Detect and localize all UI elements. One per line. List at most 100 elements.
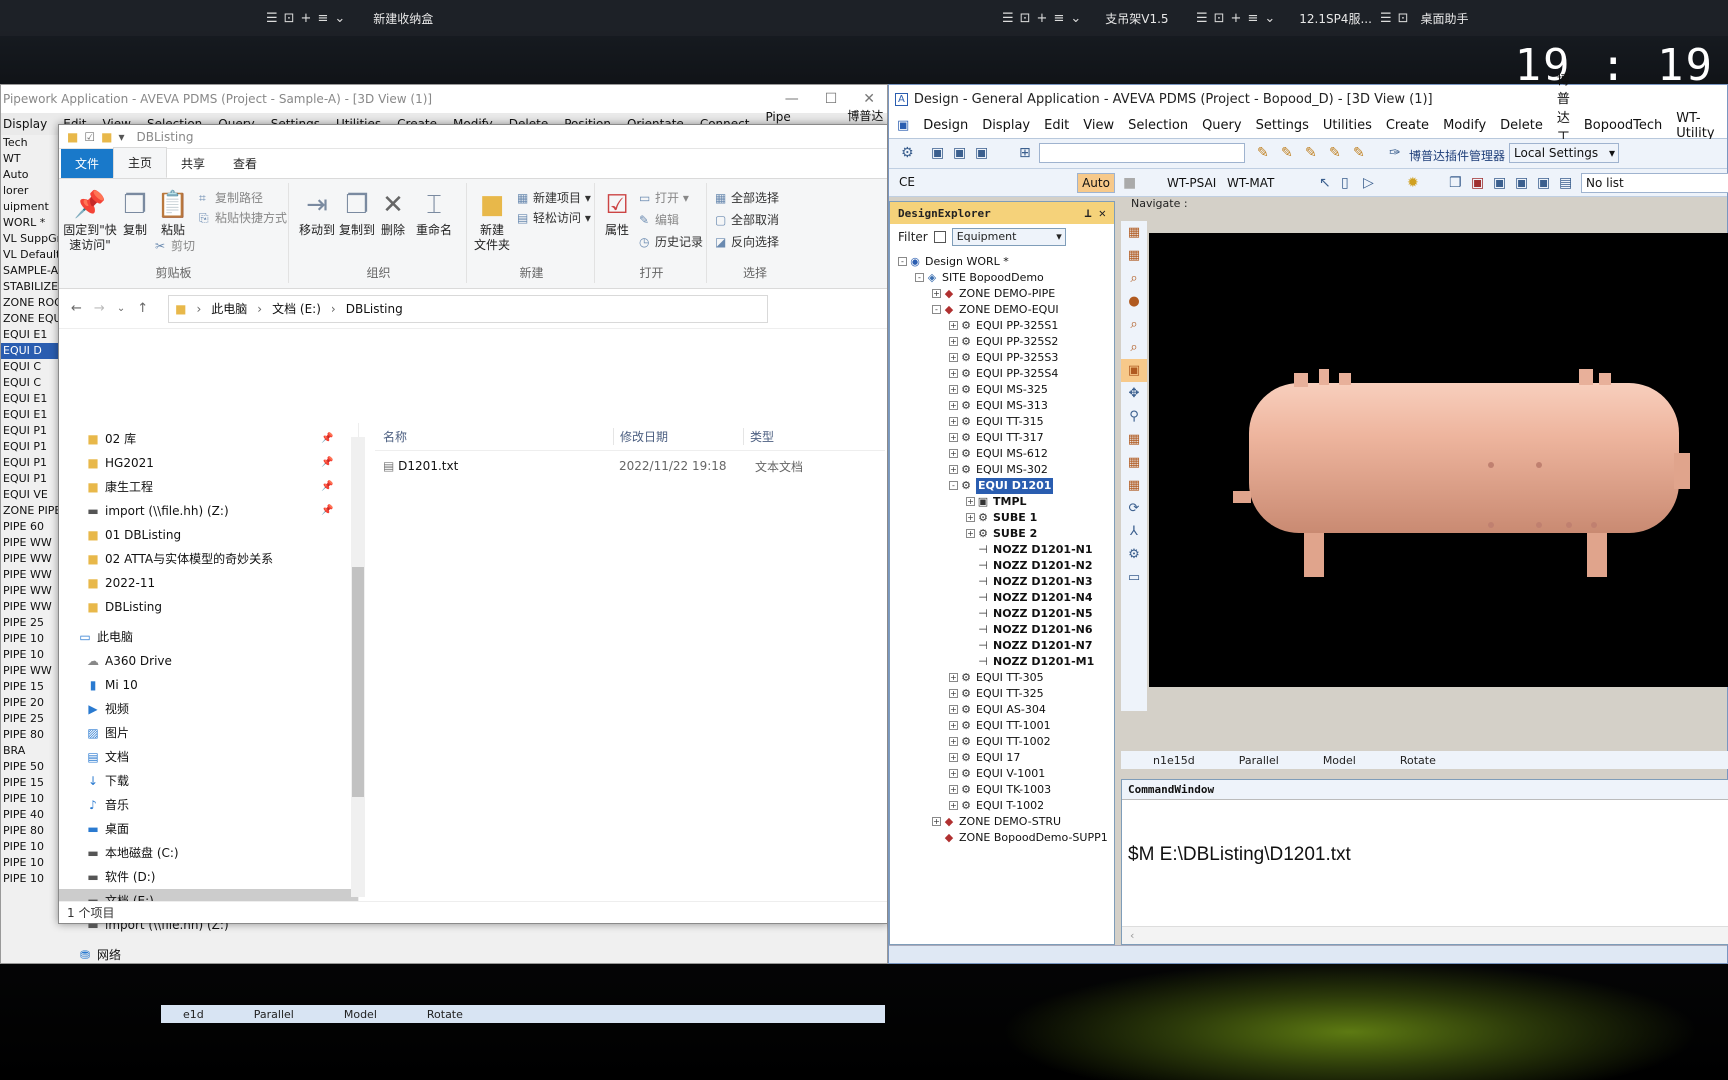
nav-item[interactable]: ■ 2022-11 [59, 571, 358, 595]
nav-item[interactable]: ■ 02 ATTA与实体模型的奇妙关系 [59, 547, 358, 571]
column-type-header[interactable]: 类型 [743, 428, 823, 445]
tree-node[interactable]: + ⚙ EQUI AS-304 [890, 702, 1116, 718]
delete-button[interactable]: ✕ 删除 [373, 187, 413, 238]
tree-node[interactable]: ⊣ NOZZ D1201-N4 [890, 590, 1116, 606]
menu-item[interactable]: Modify [1443, 118, 1486, 133]
tree-node[interactable]: + ⚙ EQUI 17 [890, 750, 1116, 766]
view-icon[interactable]: ▣ [975, 145, 988, 161]
tree-node[interactable]: + ⚙ EQUI MS-313 [890, 398, 1116, 414]
new-item-button[interactable]: ▦ 新建项目 ▾ [517, 189, 591, 206]
tool-icon[interactable]: ▦ [1121, 244, 1147, 267]
view-icon[interactable]: ▣ [1537, 175, 1550, 191]
invert-selection-button[interactable]: ◪ 反向选择 [715, 233, 779, 250]
taskbar-group-1[interactable]: ☰⊡+≡⌄ 新建收纳盒 [266, 0, 433, 36]
local-settings-select[interactable]: Local Settings ▾ [1509, 143, 1619, 163]
expand-icon[interactable]: + [966, 529, 975, 538]
tab-file[interactable]: 文件 [61, 149, 114, 178]
menu-item[interactable]: Display [3, 117, 47, 131]
tree-node[interactable]: + ⚙ EQUI TT-1001 [890, 718, 1116, 734]
copy-path-button[interactable]: ⌗ 复制路径 [199, 189, 263, 206]
tool-icon[interactable]: ✎ [1305, 145, 1317, 161]
nav-item[interactable]: ■ DBListing [59, 595, 358, 619]
tree-node[interactable]: + ⚙ EQUI PP-325S4 [890, 366, 1116, 382]
expand-icon[interactable]: + [949, 465, 958, 474]
nav-item[interactable]: ↓ 下载 [59, 769, 358, 793]
tree-node[interactable]: ◆ ZONE BopoodDemo-SUPP1 [890, 830, 1116, 846]
properties-icon[interactable]: ☑ [84, 130, 95, 144]
tree-node[interactable]: - ◉ Design WORL * [890, 254, 1116, 270]
plugin-manager-icon[interactable]: ✑ [1389, 145, 1401, 161]
tree-node[interactable]: - ◈ SITE BopoodDemo [890, 270, 1116, 286]
easy-access-button[interactable]: ▤ 轻松访问 ▾ [517, 209, 591, 226]
tree-node[interactable]: ⊣ NOZZ D1201-N7 [890, 638, 1116, 654]
tree-node[interactable]: ⊣ NOZZ D1201-N3 [890, 574, 1116, 590]
tree-node[interactable]: ⊣ NOZZ D1201-N6 [890, 622, 1116, 638]
view-icon[interactable]: ▣ [1515, 175, 1528, 191]
paste-shortcut-button[interactable]: ⎘ 粘贴快捷方式 [199, 209, 287, 226]
open-button[interactable]: ▭ 打开 ▾ [639, 189, 689, 206]
menu-item[interactable]: WT-Utility [1676, 111, 1714, 141]
up-arrow-icon[interactable]: ↑ [137, 301, 148, 316]
select-none-button[interactable]: ▢ 全部取消 [715, 211, 779, 228]
tree-node[interactable]: ⊣ NOZZ D1201-M1 [890, 654, 1116, 670]
collapse-icon[interactable]: - [915, 273, 924, 282]
view-icon[interactable]: ▣ [1493, 175, 1506, 191]
tree-node[interactable]: + ⚙ SUBE 1 [890, 510, 1116, 526]
nav-item[interactable]: ▬ 本地磁盘 (C:) [59, 841, 358, 865]
tool-icon[interactable]: ▦ [1121, 428, 1147, 451]
axes-icon[interactable]: ⅄ [1121, 520, 1147, 543]
tree-node[interactable]: ⊣ NOZZ D1201-N5 [890, 606, 1116, 622]
view-icon[interactable]: ▣ [931, 145, 944, 161]
color-swatch-icon[interactable]: ■ [1123, 175, 1136, 191]
edit-button[interactable]: ✎ 编辑 [639, 211, 679, 228]
nav-item[interactable]: ☁ A360 Drive [59, 649, 358, 673]
view-icon[interactable]: ▣ [953, 145, 966, 161]
rename-button[interactable]: ⌶ 重命名 [409, 187, 459, 238]
tree-node[interactable]: + ⚙ EQUI MS-325 [890, 382, 1116, 398]
select-all-button[interactable]: ▦ 全部选择 [715, 189, 779, 206]
nav-item[interactable]: ⛃ 网络 [59, 943, 358, 967]
tool-icon[interactable]: ✎ [1281, 145, 1293, 161]
menu-item[interactable]: Design [923, 118, 968, 133]
pipework-titlebar[interactable]: Pipework Application - AVEVA PDMS (Proje… [1, 85, 887, 113]
menu-item[interactable]: Delete [1500, 118, 1543, 133]
expand-icon[interactable]: + [949, 433, 958, 442]
nav-item[interactable]: ▤ 文档 [59, 745, 358, 769]
breadcrumb-item[interactable]: 此电脑 [211, 300, 247, 317]
address-path[interactable]: ■ › 此电脑 › 文档 (E:) › DBListing [168, 294, 769, 323]
minimize-icon[interactable]: — [785, 91, 799, 107]
tree-node[interactable]: + ⚙ EQUI TT-317 [890, 430, 1116, 446]
tree-node[interactable]: + ⚙ EQUI PP-325S2 [890, 334, 1116, 350]
vessel-model[interactable] [1149, 233, 1728, 687]
expand-icon[interactable]: + [949, 721, 958, 730]
expand-icon[interactable]: + [949, 801, 958, 810]
toolbar-input[interactable] [1039, 143, 1245, 163]
tree-node[interactable]: + ⚙ EQUI PP-325S1 [890, 318, 1116, 334]
history-button[interactable]: ◷ 历史记录 [639, 233, 703, 250]
toolbar-icon[interactable]: ⊞ [1019, 145, 1031, 161]
menu-item[interactable]: Settings [1256, 118, 1309, 133]
column-date-header[interactable]: 修改日期 [613, 428, 743, 445]
tree-node[interactable]: + ⚙ EQUI PP-325S3 [890, 350, 1116, 366]
expand-icon[interactable]: + [932, 817, 941, 826]
properties-button[interactable]: ☑ 属性 [597, 187, 637, 238]
3d-viewport[interactable] [1149, 233, 1728, 687]
copy-icon[interactable]: ❐ [1449, 175, 1462, 191]
list-select[interactable]: No list [1581, 173, 1728, 193]
menu-item[interactable]: Selection [1128, 118, 1188, 133]
walk-icon[interactable]: ⚲ [1121, 405, 1147, 428]
tree-node[interactable]: + ⚙ EQUI TK-1003 [890, 782, 1116, 798]
tree-node[interactable]: + ⚙ EQUI TT-1002 [890, 734, 1116, 750]
sphere-icon[interactable]: ● [1121, 290, 1147, 313]
explorer-titlebar[interactable]: ■ ☑ ■ ▾ DBListing [59, 125, 887, 149]
command-output[interactable]: $M E:\DBListing\D1201.txt [1128, 844, 1351, 866]
expand-icon[interactable]: + [949, 753, 958, 762]
tool-icon[interactable]: ✎ [1329, 145, 1341, 161]
window-icon[interactable]: ▭ [1121, 566, 1147, 589]
plugin-manager-button[interactable]: 博普达插件管理器 [1409, 147, 1505, 164]
breadcrumb-item[interactable]: DBListing [346, 302, 403, 316]
copy-button[interactable]: ❐ 复制 [115, 187, 155, 238]
pan-icon[interactable]: ✥ [1121, 382, 1147, 405]
auto-toggle[interactable]: Auto [1077, 173, 1115, 193]
tree-node[interactable]: - ◆ ZONE DEMO-EQUI [890, 302, 1116, 318]
